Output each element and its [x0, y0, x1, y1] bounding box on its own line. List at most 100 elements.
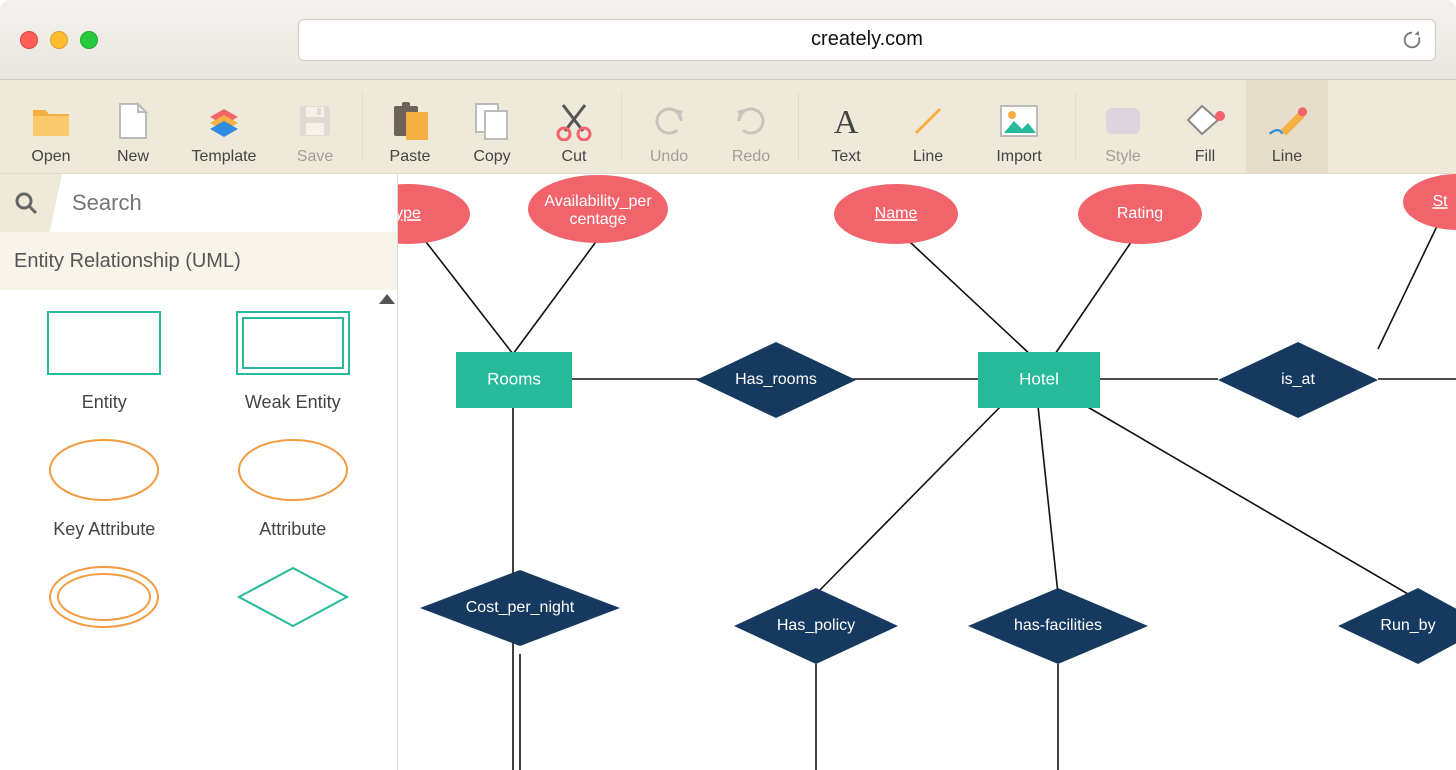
copy-icon — [471, 100, 513, 142]
connector[interactable] — [816, 404, 1003, 594]
connector[interactable] — [1053, 229, 1140, 357]
svg-text:Name: Name — [875, 205, 918, 222]
paste-icon — [389, 100, 431, 142]
toolbar-label: Copy — [473, 148, 510, 166]
reload-icon[interactable] — [1401, 29, 1423, 51]
svg-text:Has_rooms: Has_rooms — [735, 371, 817, 388]
search-icon-wrap — [0, 174, 62, 232]
cut-button[interactable]: Cut — [533, 80, 615, 174]
toolbar-label: Cut — [562, 148, 587, 166]
address-bar[interactable]: creately.com — [298, 19, 1436, 61]
traffic-lights — [20, 31, 98, 49]
shape-category-header[interactable]: Entity Relationship (UML) — [0, 232, 397, 290]
toolbar-separator — [621, 92, 622, 162]
line-icon — [907, 100, 949, 142]
connector[interactable] — [1086, 406, 1408, 594]
toolbar-label: Import — [996, 148, 1041, 166]
line-tool-button[interactable]: Line — [887, 80, 969, 174]
connector[interactable] — [1378, 224, 1438, 349]
shape-key-attribute[interactable]: Key Attribute — [10, 437, 199, 540]
style-icon — [1102, 100, 1144, 142]
fill-button[interactable]: Fill — [1164, 80, 1246, 174]
shape-attribute[interactable]: Attribute — [199, 437, 388, 540]
category-label: Entity Relationship (UML) — [14, 250, 241, 273]
save-icon — [294, 100, 336, 142]
import-button[interactable]: Import — [969, 80, 1069, 174]
attribute-type[interactable]: ype — [398, 184, 470, 244]
entity-rooms[interactable]: Rooms — [456, 352, 572, 408]
relationship-has-facilities[interactable]: has-facilities — [968, 588, 1148, 664]
shape-multivalued-attribute[interactable] — [10, 564, 199, 646]
shape-label: Weak Entity — [245, 392, 341, 413]
svg-text:ype: ype — [398, 205, 421, 222]
paste-button[interactable]: Paste — [369, 80, 451, 174]
search-input[interactable] — [62, 190, 385, 216]
relationship-run-by[interactable]: Run_by — [1338, 588, 1456, 664]
style-button[interactable]: Style — [1082, 80, 1164, 174]
toolbar: Open New Template Save Paste Copy C — [0, 80, 1456, 174]
workspace: Entity Relationship (UML) Entity Weak En… — [0, 174, 1456, 770]
svg-text:Run_by: Run_by — [1380, 617, 1435, 634]
attribute-availability[interactable]: Availability_per centage — [528, 175, 668, 243]
weak-entity-shape-icon — [235, 310, 351, 376]
undo-button[interactable]: Undo — [628, 80, 710, 174]
connector[interactable] — [513, 239, 598, 354]
toolbar-separator — [1075, 92, 1076, 162]
text-icon: A — [825, 100, 867, 142]
window-maximize-button[interactable] — [80, 31, 98, 49]
open-button[interactable]: Open — [10, 80, 92, 174]
shape-entity[interactable]: Entity — [10, 310, 199, 413]
scroll-up-icon[interactable] — [379, 294, 395, 304]
toolbar-label: Fill — [1195, 148, 1215, 166]
svg-text:Availability_per: Availability_per — [544, 193, 652, 210]
relationship-cost-per-night[interactable]: Cost_per_night — [420, 570, 620, 646]
connector[interactable] — [896, 229, 1033, 357]
window-close-button[interactable] — [20, 31, 38, 49]
toolbar-label: Line — [913, 148, 943, 166]
copy-button[interactable]: Copy — [451, 80, 533, 174]
template-button[interactable]: Template — [174, 80, 274, 174]
entity-hotel[interactable]: Hotel — [978, 352, 1100, 408]
key-attribute-shape-icon — [46, 437, 162, 503]
svg-text:A: A — [834, 104, 859, 139]
cut-icon — [553, 100, 595, 142]
relationship-has-rooms[interactable]: Has_rooms — [696, 342, 856, 418]
search-icon — [14, 191, 38, 215]
diagram-canvas[interactable]: ype Availability_per centage Name Rating… — [398, 174, 1456, 770]
relationship-has-policy[interactable]: Has_policy — [734, 588, 898, 664]
entity-shape-icon — [46, 310, 162, 376]
multivalued-attribute-shape-icon — [46, 564, 162, 630]
attribute-name[interactable]: Name — [834, 184, 958, 244]
attribute-shape-icon — [235, 437, 351, 503]
svg-text:centage: centage — [570, 211, 627, 228]
attribute-rating[interactable]: Rating — [1078, 184, 1202, 244]
svg-text:Rating: Rating — [1117, 205, 1163, 222]
redo-button[interactable]: Redo — [710, 80, 792, 174]
redo-icon — [730, 100, 772, 142]
fill-icon — [1184, 100, 1226, 142]
folder-icon — [30, 100, 72, 142]
shape-weak-entity[interactable]: Weak Entity — [199, 310, 388, 413]
text-button[interactable]: A Text — [805, 80, 887, 174]
new-button[interactable]: New — [92, 80, 174, 174]
toolbar-label: Style — [1105, 148, 1141, 166]
shape-list: Entity Weak Entity Key Attribute Attribu… — [0, 290, 397, 770]
line-style-button[interactable]: Line — [1246, 80, 1328, 174]
connector[interactable] — [416, 229, 513, 354]
relationship-shape-icon — [235, 564, 351, 630]
toolbar-separator — [362, 92, 363, 162]
toolbar-label: Template — [192, 148, 257, 166]
address-url: creately.com — [811, 28, 923, 51]
shape-label: Key Attribute — [53, 519, 155, 540]
attribute-st[interactable]: St — [1403, 174, 1456, 230]
toolbar-label: Redo — [732, 148, 770, 166]
new-file-icon — [112, 100, 154, 142]
shape-relationship[interactable] — [199, 564, 388, 646]
connector[interactable] — [1038, 406, 1058, 594]
window-minimize-button[interactable] — [50, 31, 68, 49]
svg-text:Rooms: Rooms — [487, 369, 541, 388]
toolbar-label: Undo — [650, 148, 688, 166]
relationship-is-at[interactable]: is_at — [1218, 342, 1378, 418]
toolbar-label: Open — [31, 148, 70, 166]
save-button[interactable]: Save — [274, 80, 356, 174]
